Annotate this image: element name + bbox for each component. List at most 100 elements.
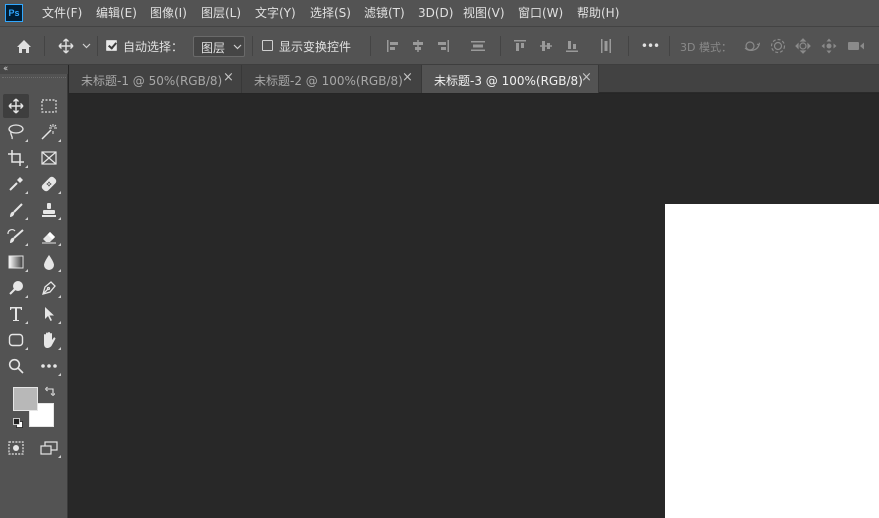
separator	[252, 36, 253, 56]
align-top-icon[interactable]	[511, 37, 529, 55]
magic-wand-tool-icon[interactable]	[36, 120, 62, 144]
tool-flyout-indicator	[25, 217, 28, 220]
blur-tool-icon[interactable]	[36, 250, 62, 274]
menu-image[interactable]: 图像(I)	[150, 0, 187, 27]
gradient-tool-icon[interactable]	[3, 250, 29, 274]
tool-flyout-indicator	[58, 321, 61, 324]
path-selection-tool-icon[interactable]	[36, 302, 62, 326]
menu-select[interactable]: 选择(S)	[310, 0, 351, 27]
auto-select-checkbox[interactable]	[106, 40, 117, 51]
move-icon[interactable]	[55, 36, 77, 56]
clone-stamp-tool-icon[interactable]	[36, 198, 62, 222]
chevron-down-icon[interactable]	[80, 40, 92, 52]
more-tools-icon[interactable]	[36, 354, 62, 378]
close-icon[interactable]: ×	[223, 70, 234, 86]
tab-title: 未标题-2 @ 100%(RGB/8)	[254, 74, 403, 88]
separator	[97, 36, 98, 56]
close-icon[interactable]: ×	[581, 70, 592, 86]
align-middle-v-icon[interactable]	[537, 37, 555, 55]
hand-tool-icon[interactable]	[36, 328, 62, 352]
align-right-icon[interactable]	[434, 37, 452, 55]
tool-flyout-indicator	[58, 373, 61, 376]
more-icon[interactable]: •••	[638, 36, 662, 56]
chevron-down-icon	[233, 44, 242, 50]
slide-3d-icon[interactable]	[819, 37, 839, 55]
home-icon[interactable]	[13, 37, 35, 55]
menu-edit[interactable]: 编辑(E)	[96, 0, 137, 27]
panel-grip[interactable]	[2, 77, 66, 79]
screen-mode-icon[interactable]	[36, 436, 62, 460]
menu-3d[interactable]: 3D(D)	[418, 0, 453, 27]
tool-flyout-indicator	[25, 165, 28, 168]
document-tab-3[interactable]: 未标题-3 @ 100%(RGB/8) ×	[422, 65, 599, 93]
tool-flyout-indicator	[58, 217, 61, 220]
tool-flyout-indicator	[58, 455, 61, 458]
close-icon[interactable]: ×	[402, 70, 413, 86]
tab-title: 未标题-3 @ 100%(RGB/8)	[434, 74, 583, 88]
frame-tool-icon[interactable]	[36, 146, 62, 170]
tool-flyout-indicator	[25, 139, 28, 142]
document-canvas[interactable]	[665, 204, 879, 518]
document-tab-bar: 未标题-1 @ 50%(RGB/8) × 未标题-2 @ 100%(RGB/8)…	[69, 65, 879, 93]
distribute-h-icon[interactable]	[469, 37, 487, 55]
show-transform-checkbox[interactable]	[262, 40, 273, 51]
tool-flyout-indicator	[58, 139, 61, 142]
pen-tool-icon[interactable]	[36, 276, 62, 300]
marquee-tool-icon[interactable]	[36, 94, 62, 118]
history-brush-tool-icon[interactable]	[3, 224, 29, 248]
panel-header[interactable]: ‹‹	[0, 64, 68, 74]
menu-file[interactable]: 文件(F)	[42, 0, 82, 27]
menu-window[interactable]: 窗口(W)	[518, 0, 563, 27]
tool-flyout-indicator	[25, 295, 28, 298]
separator	[628, 36, 629, 56]
swap-colors-icon[interactable]	[44, 385, 56, 397]
show-transform-label: 显示变换控件	[279, 40, 352, 54]
rectangle-tool-icon[interactable]	[3, 328, 29, 352]
photoshop-logo[interactable]: Ps	[5, 4, 23, 22]
align-center-h-icon[interactable]	[409, 37, 427, 55]
distribute-v-icon[interactable]	[597, 37, 615, 55]
separator	[370, 36, 371, 56]
menu-filter[interactable]: 滤镜(T)	[364, 0, 405, 27]
lasso-tool-icon[interactable]	[3, 120, 29, 144]
scale-3d-icon[interactable]	[845, 37, 867, 55]
type-tool-icon[interactable]	[3, 302, 29, 326]
roll-3d-icon[interactable]	[768, 37, 788, 55]
collapse-icon[interactable]: ‹‹	[3, 64, 8, 74]
menu-type[interactable]: 文字(Y)	[255, 0, 296, 27]
healing-brush-tool-icon[interactable]	[36, 172, 62, 196]
crop-tool-icon[interactable]	[3, 146, 29, 170]
separator	[500, 36, 501, 56]
menu-help[interactable]: 帮助(H)	[577, 0, 619, 27]
tab-title: 未标题-1 @ 50%(RGB/8)	[81, 74, 223, 88]
eraser-tool-icon[interactable]	[36, 224, 62, 248]
tool-flyout-indicator	[58, 243, 61, 246]
separator	[669, 36, 670, 56]
tool-flyout-indicator	[25, 269, 28, 272]
mode-3d-label: 3D 模式：	[680, 41, 732, 54]
tool-flyout-indicator	[58, 295, 61, 298]
tool-flyout-indicator	[25, 243, 28, 246]
zoom-tool-icon[interactable]	[3, 354, 29, 378]
menu-layer[interactable]: 图层(L)	[201, 0, 241, 27]
foreground-color-swatch[interactable]	[13, 387, 38, 411]
quick-mask-icon[interactable]	[3, 436, 29, 460]
pan-3d-icon[interactable]	[793, 37, 813, 55]
dodge-tool-icon[interactable]	[3, 276, 29, 300]
options-bar: 自动选择： 图层 显示变换控件 ••• 3D 模式：	[0, 27, 879, 65]
tool-flyout-indicator	[58, 347, 61, 350]
document-tab-1[interactable]: 未标题-1 @ 50%(RGB/8) ×	[69, 65, 242, 93]
menu-view[interactable]: 视图(V)	[463, 0, 505, 27]
workspace-area[interactable]	[69, 94, 879, 518]
brush-tool-icon[interactable]	[3, 198, 29, 222]
menu-bar: Ps 文件(F) 编辑(E) 图像(I) 图层(L) 文字(Y) 选择(S) 滤…	[0, 0, 879, 27]
eyedropper-tool-icon[interactable]	[3, 172, 29, 196]
separator	[44, 36, 45, 56]
move-tool-icon[interactable]	[3, 94, 29, 118]
align-bottom-icon[interactable]	[563, 37, 581, 55]
auto-select-target-dropdown[interactable]: 图层	[193, 36, 245, 57]
document-tab-2[interactable]: 未标题-2 @ 100%(RGB/8) ×	[242, 65, 422, 93]
align-left-icon[interactable]	[384, 37, 402, 55]
default-colors-icon[interactable]	[12, 417, 24, 429]
orbit-3d-icon[interactable]	[742, 37, 762, 55]
